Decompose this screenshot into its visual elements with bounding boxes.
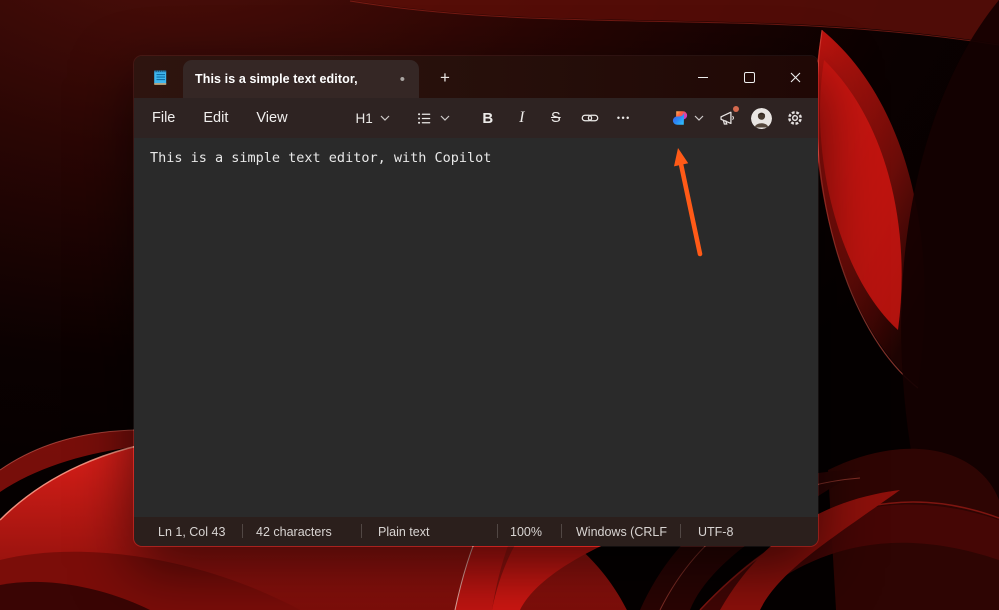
copilot-button[interactable]: [671, 109, 704, 127]
titlebar[interactable]: This is a simple text editor, • +: [134, 56, 818, 98]
chevron-down-icon: [694, 115, 704, 121]
toolbar-right-group: [671, 108, 808, 129]
list-style-dropdown[interactable]: [408, 105, 458, 132]
new-tab-button[interactable]: +: [430, 64, 460, 92]
italic-icon: I: [519, 109, 524, 127]
copilot-icon: [671, 109, 689, 127]
menu-file[interactable]: File: [140, 110, 187, 126]
italic-button[interactable]: I: [508, 104, 536, 132]
minimize-icon: [698, 77, 708, 78]
status-zoom-level[interactable]: 100%: [497, 517, 561, 546]
editor-area[interactable]: This is a simple text editor, with Copil…: [134, 138, 818, 517]
account-button[interactable]: [751, 108, 772, 129]
status-cursor-position: Ln 1, Col 43: [134, 517, 242, 546]
avatar: [751, 108, 772, 129]
tab-document[interactable]: This is a simple text editor, •: [183, 60, 419, 98]
link-icon: [581, 109, 599, 127]
whats-new-button[interactable]: [718, 109, 737, 128]
strikethrough-button[interactable]: S: [542, 104, 570, 132]
notification-dot: [733, 106, 739, 112]
gear-icon: [786, 109, 804, 127]
status-bar: Ln 1, Col 43 42 characters Plain text 10…: [134, 517, 818, 546]
toolbar: File Edit View H1 B I: [134, 98, 818, 138]
minimize-button[interactable]: [680, 56, 726, 98]
notepad-window: This is a simple text editor, • + File E…: [133, 55, 819, 547]
more-options-button[interactable]: •••: [610, 104, 638, 132]
status-document-type: Plain text: [361, 517, 497, 546]
chevron-down-icon: [440, 115, 450, 121]
unsaved-indicator: •: [400, 72, 405, 87]
menu-edit[interactable]: Edit: [191, 110, 240, 126]
tab-title: This is a simple text editor,: [195, 72, 392, 86]
more-options-icon: •••: [617, 113, 631, 123]
menu-view[interactable]: View: [244, 110, 299, 126]
maximize-icon: [744, 72, 755, 83]
bold-button[interactable]: B: [474, 104, 502, 132]
status-character-count: 42 characters: [242, 517, 361, 546]
bold-icon: B: [482, 110, 493, 127]
notepad-icon: [150, 67, 170, 87]
close-button[interactable]: [772, 56, 818, 98]
editor-text: This is a simple text editor, with Copil…: [150, 148, 804, 168]
settings-button[interactable]: [786, 109, 804, 127]
status-line-ending: Windows (CRLF: [561, 517, 680, 546]
close-icon: [790, 72, 801, 83]
status-encoding: UTF-8: [680, 517, 818, 546]
window-controls: [680, 56, 818, 98]
chevron-down-icon: [380, 115, 390, 121]
heading-style-label: H1: [356, 111, 373, 126]
bulleted-list-icon: [416, 110, 433, 127]
strikethrough-icon: S: [551, 110, 561, 126]
maximize-button[interactable]: [726, 56, 772, 98]
link-button[interactable]: [576, 104, 604, 132]
heading-style-dropdown[interactable]: H1: [348, 106, 398, 131]
